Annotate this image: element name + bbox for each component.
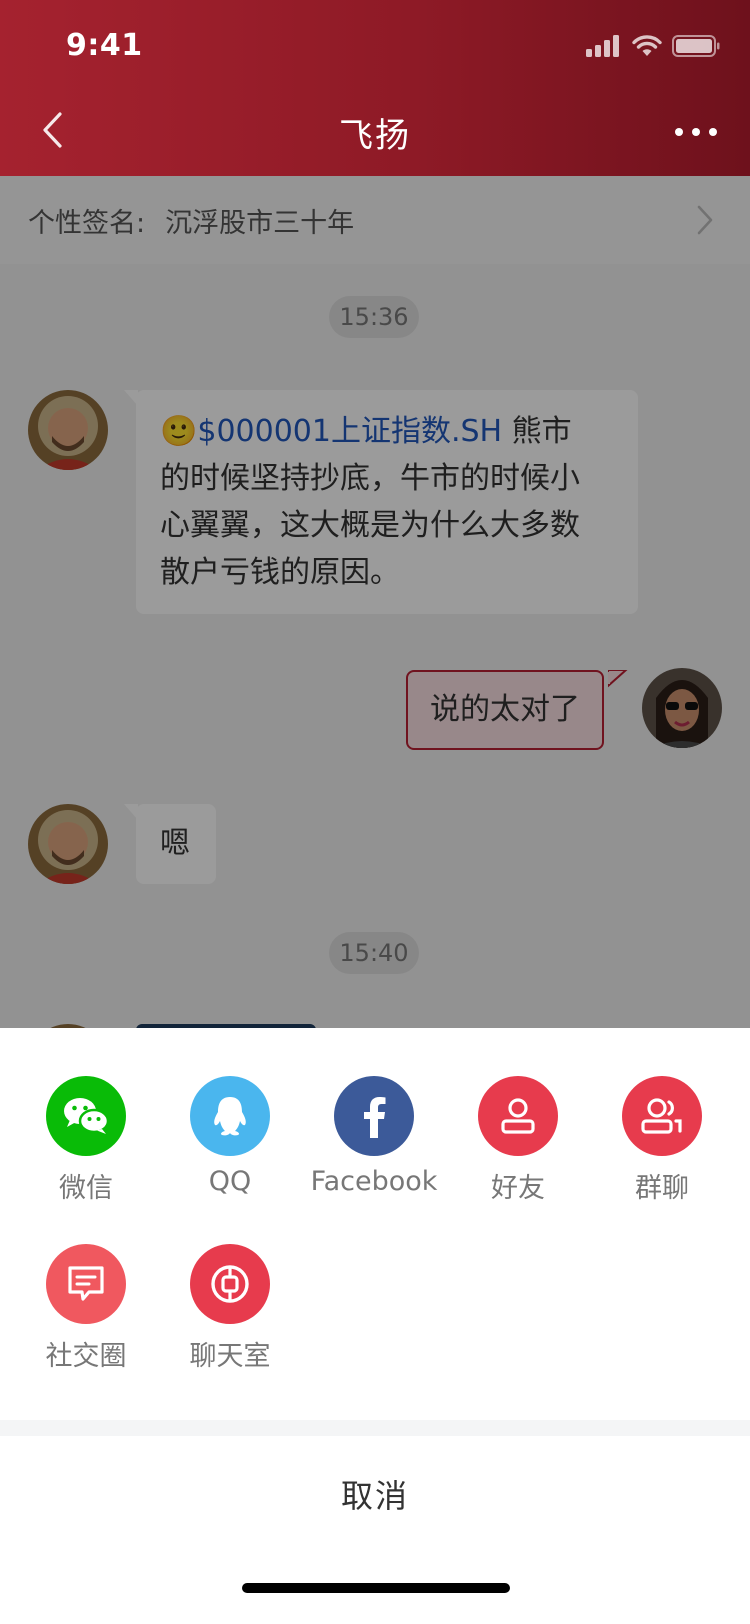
share-wechat[interactable]: 微信: [11, 1076, 161, 1205]
wechat-icon: [64, 1098, 110, 1134]
share-label: 好友: [491, 1173, 545, 1204]
share-facebook[interactable]: Facebook: [299, 1076, 449, 1197]
share-friend[interactable]: 好友: [443, 1076, 593, 1205]
signal-icon: [586, 35, 619, 57]
share-group-chat[interactable]: 群聊: [587, 1076, 737, 1205]
more-dots-icon: [675, 128, 683, 136]
home-indicator: [242, 1583, 510, 1593]
battery-icon: [672, 35, 720, 57]
share-label: 群聊: [635, 1173, 689, 1204]
status-time: 9:41: [66, 28, 143, 63]
nav-header: 9:41 飞扬: [0, 0, 750, 176]
facebook-icon: [364, 1097, 386, 1138]
cancel-button[interactable]: 取消: [0, 1436, 750, 1552]
modal-overlay[interactable]: [0, 176, 750, 1028]
divider: [0, 1420, 750, 1436]
share-qq[interactable]: QQ: [155, 1076, 305, 1197]
status-icons: [586, 34, 720, 58]
share-chatroom[interactable]: 聊天室: [155, 1244, 305, 1373]
share-label: QQ: [208, 1166, 252, 1197]
wifi-icon: [632, 35, 662, 56]
share-label: Facebook: [310, 1166, 438, 1197]
chatroom-icon: [211, 1265, 249, 1303]
group-chat-icon: [641, 1098, 682, 1134]
share-sheet: 微信 QQ Facebook 好友 群聊 社交圈 聊天室 取消: [0, 1028, 750, 1624]
qq-icon: [214, 1097, 246, 1136]
friend-icon: [501, 1098, 535, 1134]
share-label: 社交圈: [45, 1341, 127, 1372]
more-button[interactable]: [668, 112, 724, 152]
social-circle-icon: [68, 1266, 104, 1301]
share-social-circle[interactable]: 社交圈: [11, 1244, 161, 1373]
share-label: 聊天室: [189, 1341, 271, 1372]
page-title: 飞扬: [339, 116, 411, 156]
share-label: 微信: [59, 1173, 113, 1204]
